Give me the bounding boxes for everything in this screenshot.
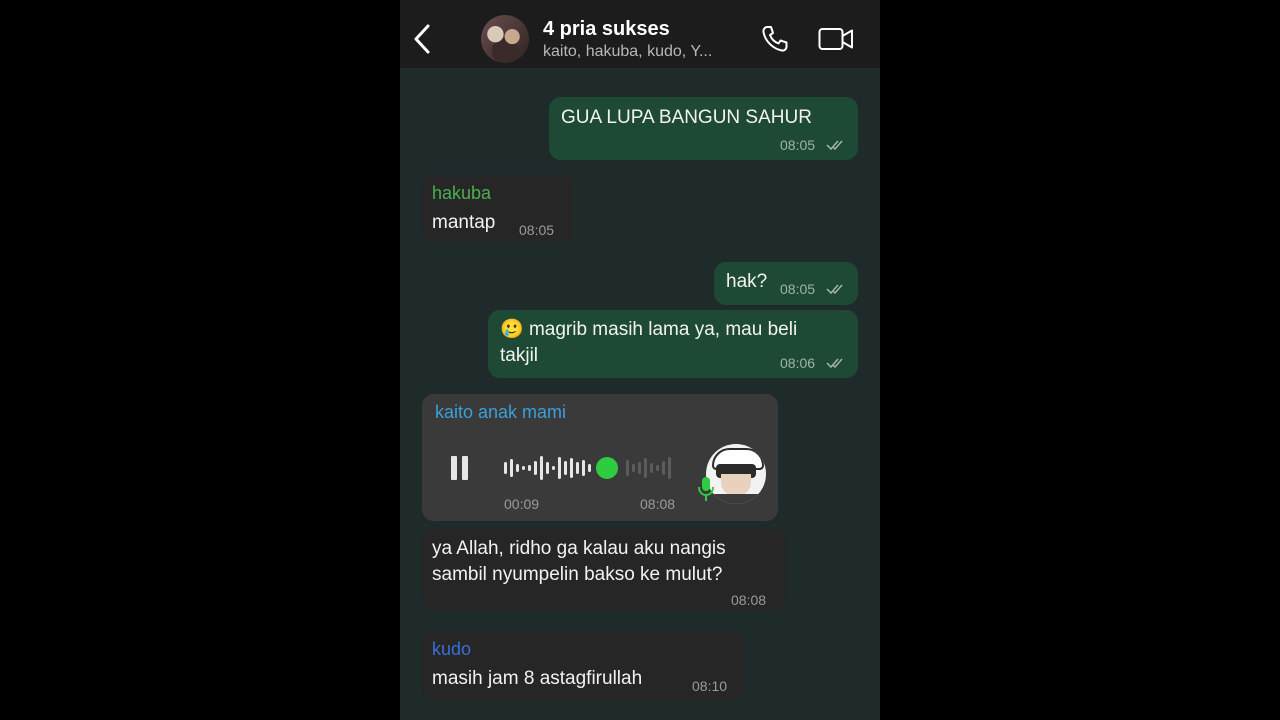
message-time: 08:05: [780, 281, 816, 297]
double-check-icon: [826, 358, 843, 369]
message-bubble-incoming[interactable]: hakuba mantap 08:05: [421, 175, 573, 242]
message-text: magrib masih lama ya, mau beli: [528, 319, 798, 340]
group-members[interactable]: kaito, hakuba, kudo, Y...: [543, 43, 712, 61]
crying-face-emoji: 🥲: [500, 319, 524, 340]
message-time: 08:08: [731, 592, 767, 608]
double-check-icon: [826, 140, 843, 151]
message-bubble-incoming[interactable]: ya Allah, ridho ga kalau aku nangis samb…: [422, 529, 786, 611]
message-text: ya Allah, ridho ga kalau aku nangis: [432, 538, 726, 559]
microphone-icon: [698, 477, 714, 501]
sender-name[interactable]: kudo: [432, 639, 471, 660]
voice-waveform[interactable]: [504, 452, 679, 484]
message-bubble-incoming[interactable]: kudo masih jam 8 astagfirullah 08:10: [422, 631, 744, 701]
message-text-line1: 🥲 magrib masih lama ya, mau beli: [500, 317, 797, 343]
sender-name[interactable]: hakuba: [432, 183, 491, 204]
voice-progress-handle[interactable]: [596, 457, 618, 479]
voice-duration: 00:09: [504, 496, 540, 512]
group-title[interactable]: 4 pria sukses: [543, 18, 670, 41]
message-text: masih jam 8 astagfirullah: [432, 668, 643, 689]
video-call-icon[interactable]: [818, 26, 854, 52]
sender-avatar[interactable]: [706, 444, 766, 504]
chat-header: 4 pria sukses kaito, hakuba, kudo, Y...: [400, 0, 880, 69]
voice-message-bubble[interactable]: kaito anak mami 00:09 08:08: [422, 394, 778, 521]
message-time: 08:10: [692, 678, 728, 694]
double-check-icon: [826, 284, 843, 295]
chat-screen: 4 pria sukses kaito, hakuba, kudo, Y... …: [400, 0, 880, 720]
message-time: 08:08: [640, 496, 676, 512]
back-icon[interactable]: [410, 22, 434, 56]
pause-icon[interactable]: [449, 455, 471, 481]
message-text: takjil: [500, 345, 539, 366]
phone-icon[interactable]: [760, 24, 790, 54]
message-time: 08:05: [519, 222, 555, 238]
sender-name[interactable]: kaito anak mami: [435, 402, 566, 423]
avatar-collar: [714, 494, 758, 504]
message-bubble-outgoing[interactable]: hak? 08:05: [714, 262, 858, 305]
message-text: mantap: [432, 212, 496, 233]
message-text: sambil nyumpelin bakso ke mulut?: [432, 564, 723, 585]
message-text: hak?: [726, 271, 768, 292]
group-avatar[interactable]: [481, 15, 529, 63]
message-time: 08:05: [780, 137, 816, 153]
message-bubble-outgoing[interactable]: GUA LUPA BANGUN SAHUR 08:05: [549, 97, 858, 160]
avatar-face: [721, 474, 751, 496]
message-text: GUA LUPA BANGUN SAHUR: [561, 107, 812, 128]
message-bubble-outgoing[interactable]: 🥲 magrib masih lama ya, mau beli takjil …: [488, 310, 858, 378]
message-time: 08:06: [780, 355, 816, 371]
